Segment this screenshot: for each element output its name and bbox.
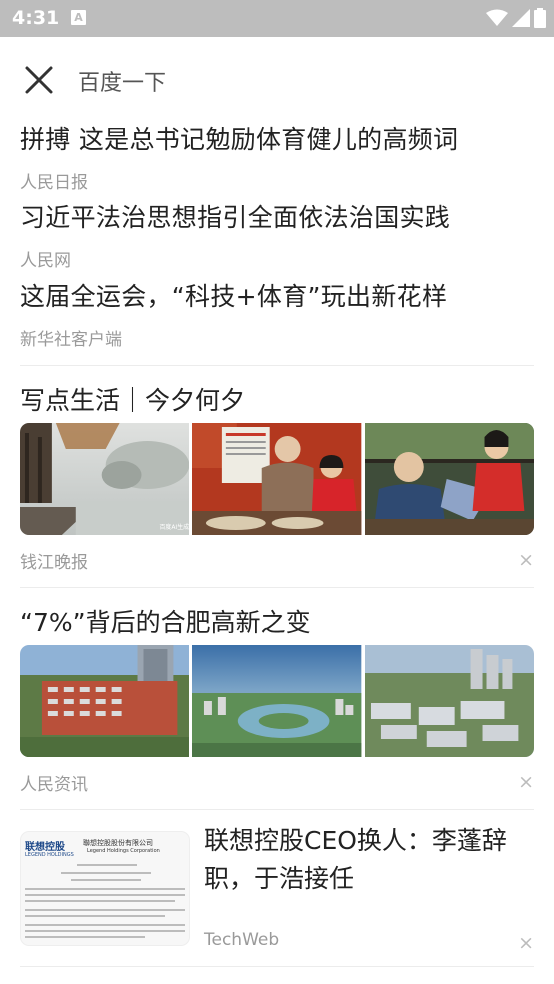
hot-item-title[interactable]: 拼搏 这是总书记勉励体育健儿的高频词 [20,120,534,156]
grandpa-child-calendar-photo[interactable] [192,423,362,535]
hot-item-source: 人民日报 [20,173,88,193]
hot-item-title[interactable]: 这届全运会，“科技+体育”玩出新花样 [20,277,534,313]
status-icons [486,6,546,30]
misty-lake-bridge-photo[interactable]: 百度AI生成 [20,423,190,535]
top-bar: 百度一下 [0,37,554,121]
wifi-icon [486,9,508,26]
divider [20,966,534,967]
notification-icon: A [71,10,86,25]
close-icon [25,66,53,94]
feed-item-source: 钱江晚报 [20,553,88,573]
text-line [25,930,185,932]
text-line [77,864,137,866]
logo-text: 联想控股 [25,842,65,853]
industrial-district-aerial-photo[interactable] [364,645,534,757]
text-line [25,936,145,938]
feed-item-title[interactable]: “7%”背后的合肥高新之变 [20,603,311,639]
high-tech-park-aerial-photo[interactable] [192,645,362,757]
logo-subtext: LEGEND HOLDINGS [25,852,74,858]
dismiss-icon[interactable]: × [518,550,534,570]
hot-item-title[interactable]: 习近平法治思想指引全面依法治国实践 [20,198,534,234]
battery-icon [534,8,546,28]
divider [20,587,534,588]
feed-item-source: 人民资讯 [20,775,88,795]
status-bar: 4:31 A [0,0,554,37]
company-name: 聯想控股股份有限公司 [83,839,153,847]
company-name-en: Legend Holdings Corporation [87,848,160,854]
ai-generated-watermark: 百度AI生成 [159,523,189,531]
search-query[interactable]: 百度一下 [78,65,166,97]
close-button[interactable] [22,63,56,97]
text-line [71,879,141,881]
grandparent-child-knitting-photo[interactable] [364,423,534,535]
text-line [25,894,185,896]
feed-image-row[interactable] [20,645,534,757]
document-thumbnail[interactable]: 联想控股 LEGEND HOLDINGS 聯想控股股份有限公司 Legend H… [20,831,190,946]
hot-item-source: 新华社客户端 [20,330,122,350]
feed-item-source: TechWeb [204,930,280,950]
divider [20,809,534,810]
text-line [25,909,185,911]
hot-list-item[interactable]: 这届全运会，“科技+体育”玩出新花样 新华社客户端 [20,277,534,350]
hot-list-item[interactable]: 习近平法治思想指引全面依法治国实践 人民网 [20,198,534,271]
text-line [25,900,175,902]
hot-list-item[interactable]: 拼搏 这是总书记勉励体育健儿的高频词 人民日报 [20,120,534,193]
office-building-aerial-photo[interactable] [20,645,190,757]
feed-item-title[interactable]: 联想控股CEO换人：李蓬辞职，于浩接任 [204,822,536,898]
dismiss-icon[interactable]: × [518,933,534,953]
text-line [25,888,185,890]
status-time: 4:31 [12,7,60,29]
feed-item-title[interactable]: 写点生活｜今夕何夕 [20,381,245,417]
divider [20,365,534,366]
text-line [25,915,165,917]
text-line [25,924,185,926]
hot-item-source: 人民网 [20,251,71,271]
text-line [61,872,151,874]
feed-image-row[interactable]: 百度AI生成 [20,423,534,535]
feed-item-meta: 钱江晚报 × [20,548,534,573]
dismiss-icon[interactable]: × [518,772,534,792]
signal-icon [512,9,530,27]
feed-item-meta: 人民资讯 × [20,770,534,795]
